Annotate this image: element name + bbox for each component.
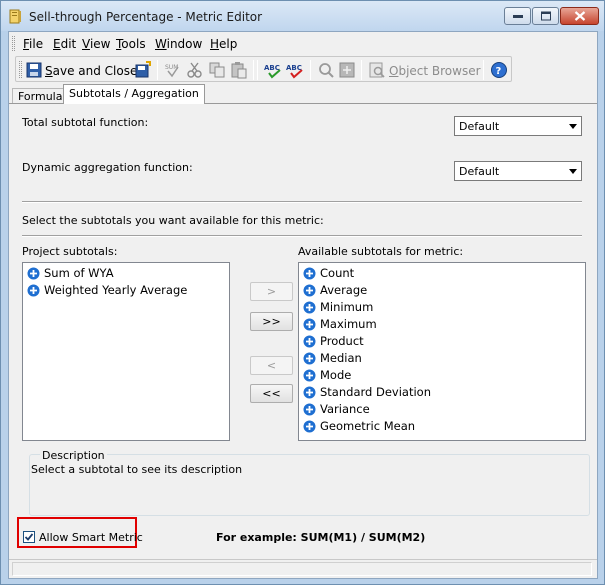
available-subtotals-label: Available subtotals for metric: (298, 245, 464, 258)
list-item-label: Maximum (320, 317, 377, 331)
maximize-icon (540, 11, 551, 21)
available-subtotals-list[interactable]: Count Average Minimum Maximum Product Median M… (298, 262, 586, 441)
list-item-label: Weighted Yearly Average (44, 283, 188, 297)
close-icon (574, 11, 585, 21)
description-legend: Description (40, 449, 107, 462)
list-item-label: Mode (320, 368, 352, 382)
close-button[interactable] (560, 7, 599, 25)
total-subtotal-function-label: Total subtotal function: (22, 116, 149, 129)
remove-all-button[interactable]: << (250, 384, 293, 403)
toolbar: Save and Close SUM ABC ABC Object Browse… (15, 56, 512, 82)
toolbar-separator (483, 60, 484, 80)
toolbar-separator (361, 60, 362, 80)
dynamic-aggregation-function-value: Default (459, 165, 500, 178)
plus-icon (303, 420, 316, 433)
copy-icon[interactable] (208, 61, 226, 79)
menu-edit[interactable]: Edit (53, 37, 76, 51)
menu-tools[interactable]: Tools (116, 37, 146, 51)
object-browser-button[interactable]: Object Browser (389, 64, 481, 78)
add-all-button[interactable]: >> (250, 312, 293, 331)
plus-icon (303, 352, 316, 365)
minimize-button[interactable] (504, 7, 531, 25)
minimize-icon (512, 15, 523, 18)
spell-check-icon[interactable]: ABC (264, 61, 282, 79)
plus-icon (303, 386, 316, 399)
list-item-label: Average (320, 283, 368, 297)
section-divider (22, 201, 582, 203)
chevron-down-icon (569, 169, 577, 174)
smart-metric-example: For example: SUM(M1) / SUM(M2) (216, 531, 426, 544)
list-item-label: Count (320, 266, 355, 280)
plus-icon (303, 284, 316, 297)
validate-icon[interactable]: ABC (286, 61, 304, 79)
window-title: Sell-through Percentage - Metric Editor (29, 10, 263, 24)
menu-help[interactable]: Help (210, 37, 237, 51)
menu-bar: File Edit View Tools Window Help (9, 32, 597, 54)
chevron-down-icon (569, 124, 577, 129)
svg-text:ABC: ABC (286, 64, 302, 72)
find-icon[interactable] (317, 61, 335, 79)
toolbar-separator (310, 60, 311, 80)
allow-smart-metric-checkbox[interactable] (23, 531, 35, 543)
plus-icon (303, 301, 316, 314)
object-browser-icon (369, 62, 385, 78)
section-divider (22, 235, 582, 237)
toolbar-separator (253, 60, 254, 80)
tab-formula[interactable]: Formula (12, 88, 69, 104)
toolbar-separator (157, 60, 158, 80)
checkmark-icon (24, 533, 34, 541)
menu-view[interactable]: View (82, 37, 110, 51)
list-item-label: Sum of WYA (44, 266, 114, 280)
sum-function-icon[interactable]: SUM (164, 61, 182, 79)
save-icon (26, 62, 42, 78)
metric-editor-app-icon (9, 9, 21, 24)
tab-subtotals-aggregation[interactable]: Subtotals / Aggregation (63, 84, 205, 104)
menubar-grip[interactable] (12, 36, 15, 51)
save-and-close-button[interactable]: Save and Close (45, 64, 137, 78)
list-item-label: Standard Deviation (320, 385, 431, 399)
dynamic-aggregation-function-label: Dynamic aggregation function: (22, 161, 193, 174)
metric-editor-window: Sell-through Percentage - Metric Editor … (0, 0, 605, 585)
list-item-label: Variance (320, 402, 370, 416)
list-item-label: Geometric Mean (320, 419, 416, 433)
add-button[interactable]: > (250, 282, 293, 301)
plus-icon (303, 318, 316, 331)
toolbar-separator (257, 60, 258, 80)
toolbar-grip[interactable] (19, 61, 22, 78)
paste-icon[interactable] (230, 61, 248, 79)
subtotals-instruction: Select the subtotals you want available … (22, 214, 324, 227)
project-subtotals-label: Project subtotals: (22, 245, 118, 258)
plus-icon (303, 369, 316, 382)
plus-icon (303, 267, 316, 280)
svg-text:?: ? (496, 66, 502, 77)
plus-icon (27, 267, 40, 280)
cut-icon[interactable] (186, 61, 204, 79)
remove-button[interactable]: < (250, 356, 293, 375)
allow-smart-metric-label: Allow Smart Metric (39, 531, 143, 544)
editor-tabs: Formula Subtotals / Aggregation (9, 84, 597, 104)
total-subtotal-function-value: Default (459, 120, 500, 133)
project-subtotals-list[interactable]: Sum of WYA Weighted Yearly Average (22, 262, 230, 441)
plus-icon (303, 335, 316, 348)
save-as-icon[interactable] (134, 61, 152, 79)
help-icon[interactable]: ? (490, 61, 508, 79)
dynamic-aggregation-function-select[interactable]: Default (454, 161, 582, 181)
list-item-label: Minimum (320, 300, 374, 314)
list-item-label: Median (320, 351, 362, 365)
plus-icon (303, 403, 316, 416)
properties-icon[interactable] (338, 61, 356, 79)
description-text: Select a subtotal to see its description (31, 463, 243, 476)
list-item-label: Product (320, 334, 364, 348)
menu-window[interactable]: Window (155, 37, 202, 51)
menu-file[interactable]: File (23, 37, 43, 51)
plus-icon (27, 284, 40, 297)
maximize-button[interactable] (532, 7, 559, 25)
title-bar[interactable]: Sell-through Percentage - Metric Editor (1, 1, 604, 31)
editor-client-area: File Edit View Tools Window Help Save an… (8, 31, 598, 579)
status-pane (12, 562, 592, 576)
status-bar (9, 559, 597, 577)
total-subtotal-function-select[interactable]: Default (454, 116, 582, 136)
svg-text:ABC: ABC (264, 64, 280, 72)
